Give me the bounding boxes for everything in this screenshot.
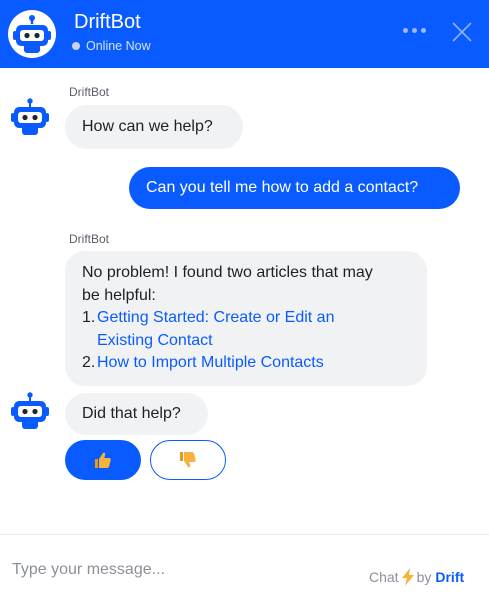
- message-input[interactable]: [12, 556, 312, 584]
- status-dot-icon: [72, 41, 80, 50]
- branding-prefix: Chat: [369, 569, 399, 585]
- branding-by: by: [416, 569, 432, 585]
- article-list: 1. Getting Started: Create or Edit an Exi…: [82, 307, 411, 375]
- robot-icon: [13, 15, 51, 53]
- thumbs-up-icon: [95, 452, 111, 468]
- composer-divider: [0, 534, 489, 535]
- article-list-item: 2. How to Import Multiple Contacts: [82, 352, 411, 375]
- lightning-bolt-icon: [401, 568, 414, 586]
- close-icon[interactable]: [451, 21, 473, 43]
- chat-header: DriftBot Online Now: [0, 0, 489, 68]
- more-options-icon[interactable]: [403, 28, 426, 33]
- article-link-import-contacts[interactable]: How to Import Multiple Contacts: [97, 354, 324, 371]
- online-status: Online Now: [72, 39, 151, 53]
- bot-name-title: DriftBot: [74, 11, 141, 33]
- thumbs-down-button[interactable]: [150, 440, 226, 480]
- status-text: Online Now: [86, 39, 151, 53]
- thumbs-down-icon: [180, 452, 196, 468]
- bot-message-bubble: How can we help?: [65, 105, 243, 149]
- bot-message-bubble: Did that help?: [65, 393, 208, 435]
- message-text: be helpful:: [82, 286, 156, 304]
- list-number: 1.: [82, 309, 96, 326]
- robot-icon: [11, 392, 49, 429]
- robot-icon: [11, 98, 49, 135]
- branding-brand: Drift: [435, 569, 465, 585]
- list-number: 2.: [82, 354, 96, 371]
- message-text: No problem! I found two articles that ma…: [82, 264, 373, 281]
- sender-label: DriftBot: [69, 85, 110, 99]
- user-message-bubble: Can you tell me how to add a contact?: [129, 167, 460, 209]
- article-list-item: 1. Getting Started: Create or Edit an Exi…: [82, 307, 411, 352]
- drift-branding[interactable]: Chat by Drift: [369, 568, 464, 586]
- sender-label: DriftBot: [69, 232, 110, 246]
- bot-message-bubble: No problem! I found two articles that ma…: [65, 251, 427, 386]
- article-link-create-contact[interactable]: Getting Started: Create or Edit an Existi…: [97, 309, 334, 349]
- driftbot-avatar: [8, 10, 56, 58]
- thumbs-up-button[interactable]: [65, 440, 141, 480]
